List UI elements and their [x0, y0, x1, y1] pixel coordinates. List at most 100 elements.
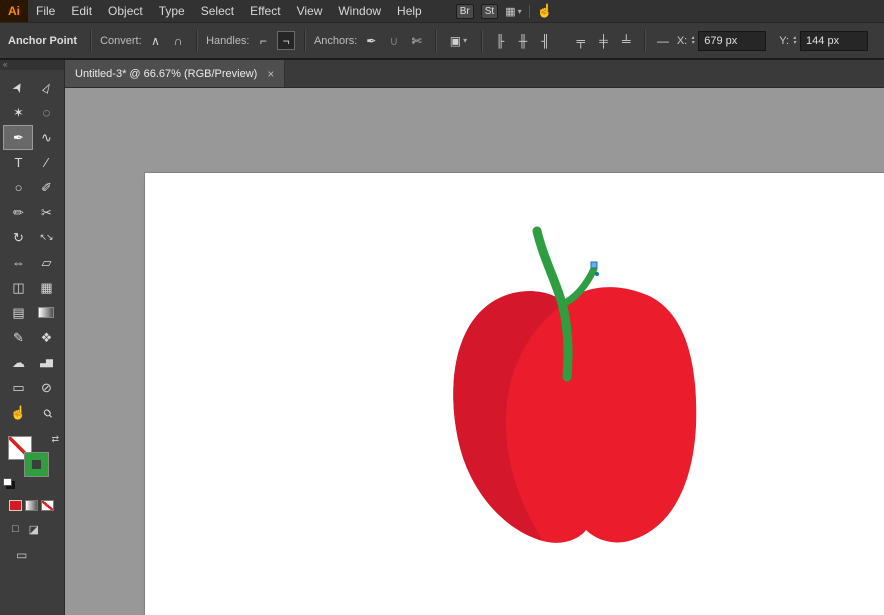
blend-tool-icon: ❖ [40, 329, 53, 345]
eyedropper-tool[interactable]: ✎ [4, 326, 32, 349]
control-bar: Anchor Point Convert: ∧ ∩ Handles: ⌐ ¬ A… [0, 23, 884, 60]
color-mode-buttons [0, 500, 64, 511]
artboard-tool-icon: ▭ [12, 379, 24, 395]
menu-view[interactable]: View [289, 0, 331, 22]
rotate-tool[interactable]: ↻ [4, 226, 32, 249]
draw-normal-icon[interactable]: □ [12, 523, 19, 536]
x-stepper[interactable]: ▴ ▾ [691, 35, 694, 46]
convert-to-smooth-button[interactable]: ∩ [169, 31, 187, 50]
align-center-icon: ╫ [518, 33, 528, 48]
zoom-tool-icon: ϙ [38, 404, 54, 421]
mesh-tool[interactable]: ▤ [4, 301, 32, 324]
menu-help[interactable]: Help [389, 0, 430, 22]
align-center-button[interactable]: ╫ [514, 31, 532, 50]
scale-tool[interactable]: ↖↘ [32, 226, 60, 249]
shape-builder-tool[interactable]: ◫ [4, 276, 32, 299]
align-right-button[interactable]: ╢ [537, 31, 555, 50]
menu-select[interactable]: Select [193, 0, 242, 22]
show-handles-button[interactable]: ⌐ [255, 31, 273, 50]
canvas[interactable] [65, 88, 884, 615]
menubar-separator [528, 4, 530, 18]
y-input[interactable] [800, 30, 869, 51]
curvature-tool[interactable]: ∿ [32, 126, 60, 149]
zoom-tool[interactable]: ϙ [32, 401, 60, 424]
column-graph-tool[interactable]: ▃▆ [32, 351, 60, 374]
default-fill-stroke-icon[interactable] [3, 478, 12, 486]
stock-button[interactable]: St [480, 3, 499, 19]
remove-anchor-button[interactable]: ✒ [362, 31, 380, 50]
pencil-tool[interactable]: ✏ [4, 201, 32, 224]
lasso-tool[interactable]: ◌ [32, 101, 60, 124]
workspace-body: « ➤ ▻ ✶ ◌ ✒ ∿ T ∕ ○ ✐ ✏ ✂ ↻ ↖↘ ⇔ ▱ ◫ ▦ ▤ [0, 60, 884, 615]
tab-close-icon[interactable]: × [267, 67, 274, 81]
ellipse-tool[interactable]: ○ [4, 176, 32, 199]
menu-edit[interactable]: Edit [63, 0, 100, 22]
connect-anchors-button[interactable]: ∪ [385, 31, 403, 50]
menu-effect[interactable]: Effect [242, 0, 288, 22]
type-tool-icon: T [14, 155, 23, 170]
transform-options-button[interactable]: — [654, 31, 672, 50]
stroke-swatch[interactable] [24, 452, 49, 477]
pen-tool[interactable]: ✒ [3, 125, 33, 150]
collapse-panel-icon[interactable]: « [0, 60, 64, 70]
workspace-switcher[interactable]: ▦ ▾ [505, 5, 521, 18]
free-transform-tool[interactable]: ▱ [32, 251, 60, 274]
ellipse-tool-icon: ○ [14, 180, 23, 195]
gradient-tool[interactable] [32, 301, 60, 324]
eyedropper-tool-icon: ✎ [13, 329, 24, 345]
swap-fill-stroke-icon[interactable]: ⇄ [51, 434, 59, 445]
convert-smooth-icon: ∩ [173, 33, 183, 48]
artboard-tool[interactable]: ▭ [4, 376, 32, 399]
menu-type[interactable]: Type [151, 0, 193, 22]
width-tool[interactable]: ⇔ [4, 251, 32, 274]
menu-window[interactable]: Window [330, 0, 389, 22]
shape-builder-tool-icon: ◫ [12, 279, 24, 295]
y-stepper[interactable]: ▴ ▾ [793, 35, 796, 46]
convert-label: Convert: [100, 34, 142, 47]
paintbrush-tool[interactable]: ✐ [32, 176, 60, 199]
align-top-button[interactable]: ╤ [572, 31, 590, 50]
menu-object[interactable]: Object [100, 0, 151, 22]
scissors-tool[interactable]: ✂ [32, 201, 60, 224]
draw-behind-icon[interactable]: ◪ [29, 523, 39, 536]
hand-tool[interactable]: ☝ [4, 401, 32, 424]
direct-selection-tool[interactable]: ▻ [32, 76, 60, 99]
touch-gesture-icon[interactable]: ☝ [537, 3, 553, 19]
bridge-button[interactable]: Br [455, 3, 474, 19]
selected-anchor-point[interactable] [590, 261, 598, 269]
hide-handles-button[interactable]: ¬ [277, 31, 295, 50]
align-left-button[interactable]: ╟ [491, 31, 509, 50]
menu-file[interactable]: File [28, 0, 63, 22]
workspace-grid-icon: ▦ [505, 5, 516, 18]
scissors-tool-icon: ✂ [41, 204, 52, 220]
menu-bar: Ai File Edit Object Type Select Effect V… [0, 0, 884, 23]
align-middle-button[interactable]: ╪ [595, 31, 613, 50]
artboard[interactable] [145, 173, 884, 615]
convert-to-corner-button[interactable]: ∧ [147, 31, 165, 50]
gradient-tool-icon [38, 307, 54, 318]
color-button[interactable] [9, 500, 22, 511]
handles-label: Handles: [206, 34, 250, 47]
perspective-grid-tool[interactable]: ▦ [32, 276, 60, 299]
none-button[interactable] [41, 500, 54, 511]
document-options-button[interactable]: ▣ ▾ [445, 31, 473, 50]
symbol-sprayer-tool[interactable]: ☁ [4, 351, 32, 374]
blend-tool[interactable]: ❖ [32, 326, 60, 349]
anchor-handle-dot[interactable] [595, 272, 599, 276]
slice-tool-icon: ⊘ [41, 379, 52, 395]
menu-bar-right: Br St ▦ ▾ ☝ [455, 3, 553, 19]
magic-wand-tool[interactable]: ✶ [4, 101, 32, 124]
line-segment-tool[interactable]: ∕ [32, 151, 60, 174]
panel-label: Anchor Point [8, 34, 78, 47]
tab-untitled-3[interactable]: Untitled-3* @ 66.67% (RGB/Preview) × [65, 60, 286, 87]
x-input[interactable] [698, 30, 767, 51]
convert-corner-icon: ∧ [151, 33, 160, 48]
slice-tool[interactable]: ⊘ [32, 376, 60, 399]
gradient-button[interactable] [25, 500, 38, 511]
app-logo: Ai [0, 0, 28, 22]
selection-tool[interactable]: ➤ [4, 76, 32, 99]
cut-path-button[interactable]: ✄ [408, 31, 426, 50]
align-bottom-button[interactable]: ╧ [617, 31, 635, 50]
type-tool[interactable]: T [4, 151, 32, 174]
screen-mode-button[interactable]: ▭ [0, 548, 64, 562]
